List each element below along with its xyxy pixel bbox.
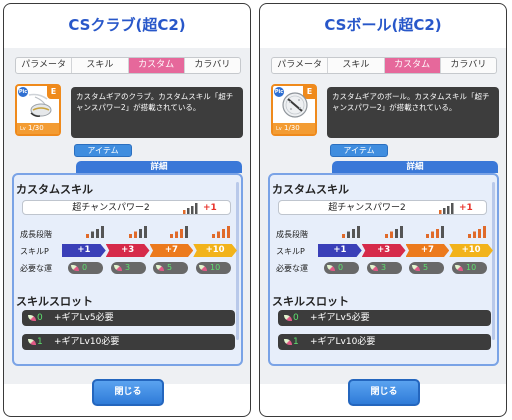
gear-detail-panel-ball: CSボール(超C2) パラメータ スキル カスタム カラバリ Pic E Lv … [259, 3, 507, 417]
luck-leaf-icon [71, 265, 79, 271]
tab-bar: パラメータ スキル カスタム カラバリ [271, 57, 497, 74]
gear-card[interactable]: Pic E Lv 1/30 [15, 84, 61, 136]
tab-skill[interactable]: スキル [72, 58, 129, 73]
slot-count: 1 [37, 337, 43, 347]
panel-title: CSクラブ(超C2) [68, 16, 186, 34]
detail-tab[interactable]: 詳細 [332, 161, 498, 173]
skill-bonus: +1 [459, 203, 473, 213]
stage-3-bars-icon [426, 226, 444, 238]
luck-leaf-icon [284, 339, 292, 345]
luck-leaf-icon [284, 315, 292, 321]
signal-bars-icon [183, 203, 198, 214]
skill-point-step: +10 [449, 244, 493, 257]
luck-leaf-icon [199, 265, 207, 271]
skill-bonus: +1 [203, 203, 217, 213]
stage-3-bars-icon [170, 226, 188, 238]
stage-2-bars-icon [129, 226, 147, 238]
gear-level: Lv 1/30 [17, 123, 59, 134]
skill-point-ramp: +1 +3 +7 +10 [62, 244, 237, 257]
stage-4-bars-icon [212, 226, 230, 238]
skill-point-step: +1 [62, 244, 106, 257]
skill-slot-heading: スキルスロット [16, 295, 93, 308]
close-button[interactable]: 閉じる [348, 379, 420, 406]
slot-requirement: +ギアLv10必要 [54, 337, 120, 347]
item-button[interactable]: アイテム [74, 144, 132, 157]
skill-slot[interactable]: 0 +ギアLv5必要 [22, 310, 235, 326]
skill-points-label: スキルP [276, 247, 305, 256]
skill-point-step: +3 [105, 244, 150, 257]
luck-leaf-icon [370, 265, 378, 271]
tab-parameter[interactable]: パラメータ [272, 58, 329, 73]
skill-point-step: +7 [405, 244, 450, 257]
gear-description: カスタムギアのクラブ。カスタムスキル「超チャンスパワー2」が搭載されている。 [71, 87, 243, 138]
required-luck-label: 必要な運 [20, 264, 52, 273]
gear-card[interactable]: Pic E Lv 1/30 [271, 84, 317, 136]
stage-1-bars-icon [86, 226, 104, 238]
custom-skill-box: 超チャンスパワー2 +1 [278, 200, 487, 215]
skill-points-label: スキルP [20, 247, 49, 256]
luck-leaf-icon [156, 265, 164, 271]
required-luck-label: 必要な運 [276, 264, 308, 273]
tab-parameter[interactable]: パラメータ [16, 58, 73, 73]
luck-requirement: 0 [324, 262, 359, 274]
luck-requirement: 10 [196, 262, 231, 274]
skill-slot[interactable]: 1 +ギアLv10必要 [22, 334, 235, 350]
slot-requirement: +ギアLv5必要 [310, 313, 370, 323]
tab-bar: パラメータ スキル カスタム カラバリ [15, 57, 241, 74]
skill-point-step: +7 [149, 244, 194, 257]
tab-color-variation[interactable]: カラバリ [185, 58, 240, 73]
slot-count: 1 [293, 337, 299, 347]
scrollbar[interactable] [236, 182, 239, 340]
tab-skill[interactable]: スキル [328, 58, 385, 73]
custom-skill-name: 超チャンスパワー2 [72, 203, 150, 213]
slot-requirement: +ギアLv10必要 [310, 337, 376, 347]
skill-point-step: +1 [318, 244, 362, 257]
skill-point-step: +10 [193, 244, 237, 257]
luck-leaf-icon [412, 265, 420, 271]
slot-requirement: +ギアLv5必要 [54, 313, 114, 323]
luck-requirement: 3 [111, 262, 146, 274]
item-button[interactable]: アイテム [330, 144, 388, 157]
skill-point-ramp: +1 +3 +7 +10 [318, 244, 493, 257]
slot-count: 0 [37, 313, 43, 323]
stage-2-bars-icon [385, 226, 403, 238]
custom-skill-box: 超チャンスパワー2 +1 [22, 200, 231, 215]
luck-leaf-icon [455, 265, 463, 271]
tab-custom[interactable]: カスタム [128, 58, 185, 73]
stage-1-bars-icon [342, 226, 360, 238]
tab-custom[interactable]: カスタム [384, 58, 441, 73]
stage-4-bars-icon [468, 226, 486, 238]
gear-description: カスタムギアのボール。カスタムスキル「超チャンスパワー2」が搭載されている。 [327, 87, 499, 138]
luck-leaf-icon [327, 265, 335, 271]
growth-stage-label: 成長段階 [276, 230, 308, 239]
luck-leaf-icon [28, 339, 36, 345]
close-button[interactable]: 閉じる [92, 379, 164, 406]
luck-requirement: 5 [153, 262, 188, 274]
luck-leaf-icon [28, 315, 36, 321]
luck-leaf-icon [114, 265, 122, 271]
luck-requirement: 0 [68, 262, 103, 274]
skill-slot-heading: スキルスロット [272, 295, 349, 308]
luck-requirement: 5 [409, 262, 444, 274]
growth-stage-label: 成長段階 [20, 230, 52, 239]
tab-color-variation[interactable]: カラバリ [441, 58, 496, 73]
luck-requirement: 3 [367, 262, 402, 274]
slot-count: 0 [293, 313, 299, 323]
custom-skill-heading: カスタムスキル [272, 183, 349, 196]
custom-skill-heading: カスタムスキル [16, 183, 93, 196]
gear-detail-panel-club: CSクラブ(超C2) パラメータ スキル カスタム カラバリ Pic E Lv … [3, 3, 251, 417]
skill-slot[interactable]: 1 +ギアLv10必要 [278, 334, 491, 350]
skill-slot[interactable]: 0 +ギアLv5必要 [278, 310, 491, 326]
panel-title: CSボール(超C2) [324, 16, 442, 34]
skill-point-step: +3 [361, 244, 406, 257]
signal-bars-icon [439, 203, 454, 214]
golf-ball-icon [282, 92, 308, 118]
custom-skill-name: 超チャンスパワー2 [328, 203, 406, 213]
gear-level: Lv 1/30 [273, 123, 315, 134]
scrollbar[interactable] [492, 182, 495, 340]
detail-tab[interactable]: 詳細 [76, 161, 242, 173]
luck-requirement: 10 [452, 262, 487, 274]
golf-club-icon [28, 93, 52, 117]
